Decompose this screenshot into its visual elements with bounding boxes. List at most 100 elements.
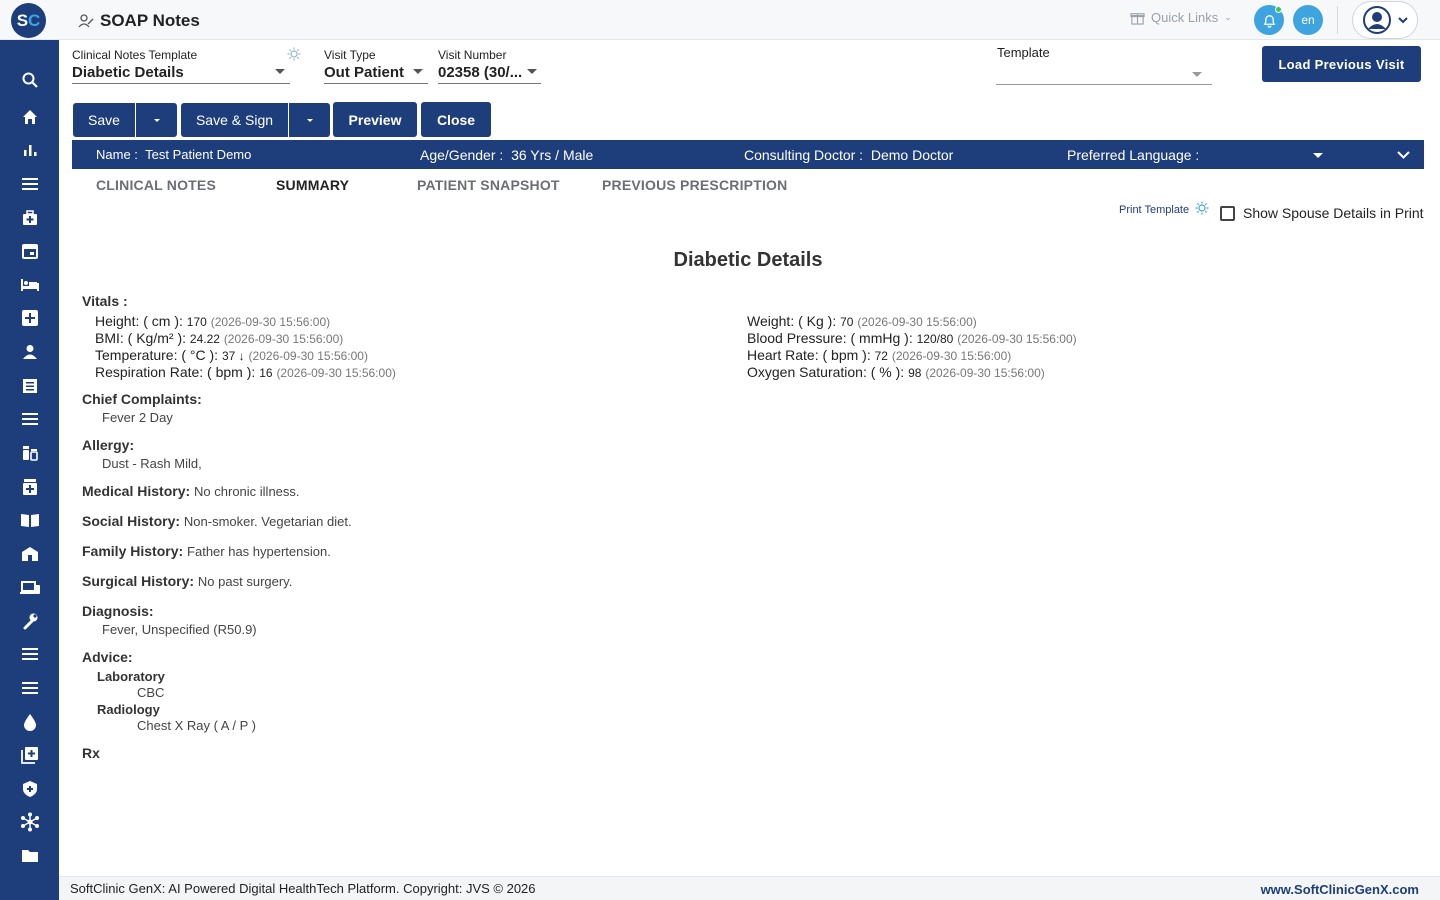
underline bbox=[438, 83, 541, 84]
clinical-notes-template-select[interactable]: Clinical Notes Template Diabetic Details bbox=[72, 48, 290, 84]
allergy-value: Dust - Rash Mild, bbox=[102, 456, 202, 471]
caret-down-icon bbox=[306, 118, 313, 122]
tab-summary[interactable]: SUMMARY bbox=[276, 177, 349, 193]
field-value: 02358 (30/... bbox=[438, 64, 523, 81]
bar-chart-icon[interactable] bbox=[0, 138, 59, 162]
patient-info-bar: Name : Test Patient Demo Age/Gender : 36… bbox=[72, 140, 1424, 169]
caret-down-icon bbox=[413, 69, 423, 74]
save-sign-button[interactable]: Save & Sign bbox=[181, 103, 288, 137]
caret-down-icon bbox=[275, 69, 285, 74]
logo-letter-s: S bbox=[16, 10, 29, 30]
quick-links-button[interactable]: Quick Links ⌄ bbox=[1130, 10, 1232, 25]
chief-complaints-value: Fever 2 Day bbox=[102, 410, 173, 425]
chevron-down-icon[interactable] bbox=[1397, 149, 1410, 161]
book-icon[interactable] bbox=[0, 508, 59, 532]
medicine-box-icon[interactable] bbox=[0, 475, 59, 499]
preferred-language-dropdown[interactable] bbox=[1313, 153, 1323, 158]
language-button[interactable]: en bbox=[1293, 5, 1323, 35]
add-box-icon[interactable] bbox=[0, 743, 59, 767]
gift-icon bbox=[1130, 13, 1145, 25]
notifications-button[interactable] bbox=[1254, 5, 1284, 35]
devices-icon[interactable] bbox=[0, 576, 59, 600]
underline bbox=[324, 83, 428, 84]
bed-icon[interactable] bbox=[0, 273, 59, 297]
radiology-value: Chest X Ray ( A / P ) bbox=[137, 718, 256, 733]
vital-heart-rate: Heart Rate: ( bpm ): 72 (2026-09-30 15:5… bbox=[747, 347, 1012, 363]
field-value: Diabetic Details bbox=[72, 64, 184, 81]
tab-patient-snapshot[interactable]: PATIENT SNAPSHOT bbox=[417, 177, 560, 193]
social-history: Social History: Non-smoker. Vegetarian d… bbox=[82, 513, 352, 529]
medical-bag-icon[interactable] bbox=[0, 206, 59, 230]
field-value bbox=[997, 62, 1213, 82]
hub-icon[interactable] bbox=[0, 810, 59, 834]
shield-icon[interactable] bbox=[0, 777, 59, 801]
user-icon[interactable] bbox=[0, 340, 59, 364]
surgical-history: Surgical History: No past surgery. bbox=[82, 573, 293, 589]
divider bbox=[1337, 6, 1338, 34]
vital-temperature: Temperature: ( °C ): 37 ↓ (2026-09-30 15… bbox=[95, 347, 368, 363]
field-label: Visit Number bbox=[438, 48, 507, 62]
save-button[interactable]: Save bbox=[73, 103, 135, 137]
footer-website-link[interactable]: www.SoftClinicGenX.com bbox=[1261, 882, 1419, 897]
checkbox[interactable] bbox=[1220, 205, 1235, 221]
page-title: SOAP Notes bbox=[100, 11, 200, 30]
avatar-icon bbox=[1363, 6, 1391, 34]
load-previous-visit-button[interactable]: Load Previous Visit bbox=[1262, 46, 1421, 82]
field-label: Clinical Notes Template bbox=[72, 48, 198, 62]
close-button[interactable]: Close bbox=[421, 102, 491, 137]
document-icon[interactable] bbox=[0, 374, 59, 398]
radiology-heading: Radiology bbox=[97, 702, 160, 717]
vital-bmi: BMI: ( Kg/m² ): 24.22 (2026-09-30 15:56:… bbox=[95, 330, 344, 346]
consulting-doctor: Consulting Doctor : Demo Doctor bbox=[744, 147, 954, 163]
folder-icon[interactable] bbox=[0, 844, 59, 868]
chief-complaints-heading: Chief Complaints: bbox=[82, 391, 202, 407]
vitals-heading: Vitals : bbox=[82, 293, 128, 309]
print-template-link[interactable]: Print Template bbox=[1119, 204, 1189, 216]
vital-respiration-rate: Respiration Rate: ( bpm ): 16 (2026-09-3… bbox=[95, 364, 396, 380]
blood-drop-icon[interactable] bbox=[0, 710, 59, 734]
field-label: Template bbox=[997, 45, 1050, 60]
patient-age-gender: Age/Gender : 36 Yrs / Male bbox=[420, 147, 594, 163]
diagnosis-heading: Diagnosis: bbox=[82, 603, 154, 619]
field-label: Visit Type bbox=[324, 48, 376, 62]
visit-type-select[interactable]: Visit Type Out Patient bbox=[324, 48, 428, 84]
footer-copyright: SoftClinic GenX: AI Powered Digital Heal… bbox=[70, 881, 536, 896]
home-icon[interactable] bbox=[0, 105, 59, 129]
bell-icon bbox=[1263, 14, 1275, 28]
settings-icon[interactable] bbox=[287, 47, 301, 61]
template-select[interactable]: Template bbox=[996, 45, 1213, 85]
preferred-language-label: Preferred Language : bbox=[1067, 147, 1200, 163]
settings-icon[interactable] bbox=[1195, 201, 1209, 215]
vital-oxygen-saturation: Oxygen Saturation: ( % ): 98 (2026-09-30… bbox=[747, 364, 1045, 380]
logo-letter-c: C bbox=[28, 10, 41, 30]
app-logo[interactable]: SC bbox=[11, 3, 46, 38]
hospital-icon[interactable] bbox=[0, 542, 59, 566]
profile-menu[interactable] bbox=[1352, 1, 1418, 39]
patient-name-label: Name : Test Patient Demo bbox=[96, 147, 252, 162]
pharmacy-icon[interactable] bbox=[0, 441, 59, 465]
vital-weight: Weight: ( Kg ): 70 (2026-09-30 15:56:00) bbox=[747, 313, 977, 329]
wrench-icon[interactable] bbox=[0, 609, 59, 633]
preview-button[interactable]: Preview bbox=[333, 102, 417, 137]
visit-number-select[interactable]: Visit Number 02358 (30/... bbox=[438, 48, 541, 84]
show-spouse-checkbox[interactable]: Show Spouse Details in Print bbox=[1220, 205, 1424, 221]
menu-icon[interactable] bbox=[0, 172, 59, 196]
menu-icon[interactable] bbox=[0, 407, 59, 431]
summary-title: Diabetic Details bbox=[673, 249, 823, 271]
caret-down-icon bbox=[527, 69, 537, 74]
laboratory-value: CBC bbox=[137, 685, 165, 700]
save-dropdown-button[interactable] bbox=[135, 103, 177, 137]
search-icon[interactable] bbox=[0, 68, 59, 92]
menu-icon[interactable] bbox=[0, 642, 59, 666]
save-sign-dropdown-button[interactable] bbox=[288, 103, 330, 137]
allergy-heading: Allergy: bbox=[82, 437, 135, 453]
rx-heading: Rx bbox=[82, 745, 100, 761]
caret-down-icon bbox=[1192, 72, 1202, 77]
calendar-icon[interactable] bbox=[0, 239, 59, 263]
menu-icon[interactable] bbox=[0, 676, 59, 700]
medical-plus-icon[interactable] bbox=[0, 306, 59, 330]
quick-links-label: Quick Links bbox=[1151, 10, 1219, 25]
tab-clinical-notes[interactable]: CLINICAL NOTES bbox=[96, 177, 216, 193]
footer: SoftClinic GenX: AI Powered Digital Heal… bbox=[59, 876, 1440, 900]
tab-previous-prescription[interactable]: PREVIOUS PRESCRIPTION bbox=[602, 177, 787, 193]
